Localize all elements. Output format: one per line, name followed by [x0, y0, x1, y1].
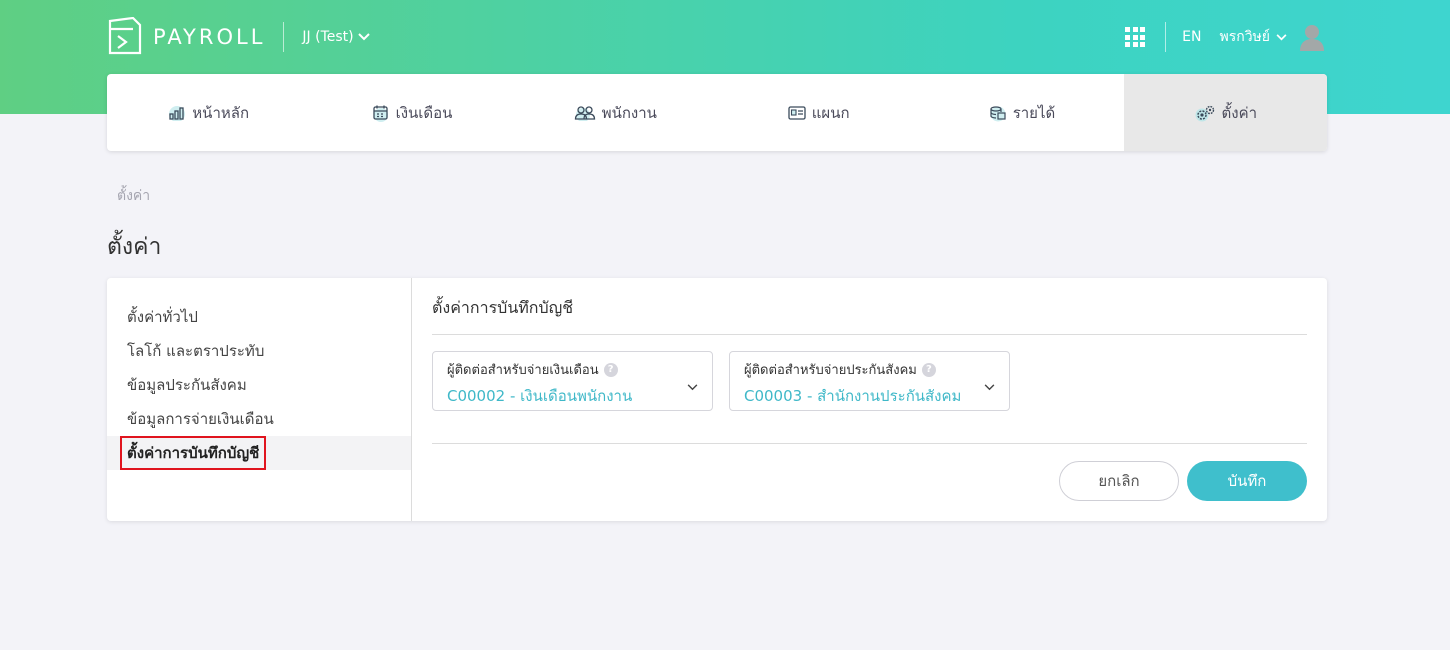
people-icon: [574, 105, 595, 121]
nav-label: พนักงาน: [601, 103, 657, 122]
user-menu[interactable]: พรกวิษย์: [1219, 22, 1327, 52]
sidebar-item-label: ข้อมูลการจ่ายเงินเดือน: [127, 410, 274, 428]
nav-item-settings[interactable]: ตั้งค่า: [1123, 74, 1327, 151]
sidebar-item-social-security[interactable]: ข้อมูลประกันสังคม: [107, 368, 411, 402]
money-icon: [990, 105, 1006, 121]
language-toggle[interactable]: EN: [1182, 29, 1201, 45]
user-name: พรกวิษย์: [1219, 29, 1270, 45]
nav-label: เงินเดือน: [395, 103, 453, 122]
sidebar-item-label: ตั้งค่าการบันทึกบัญชี: [120, 436, 267, 470]
company-selector[interactable]: JJ (Test): [302, 29, 370, 45]
company-name: JJ (Test): [302, 29, 354, 45]
header-divider-right: [1165, 22, 1167, 52]
bar-chart-icon: [169, 105, 186, 121]
sidebar-item-label: ตั้งค่าทั่วไป: [127, 308, 198, 326]
divider: [432, 443, 1307, 444]
id-card-icon: [788, 105, 806, 120]
sidebar-item-label: ข้อมูลประกันสังคม: [127, 376, 247, 394]
nav-label: รายได้: [1012, 103, 1056, 122]
settings-content: ตั้งค่าการบันทึกบัญชี ผู้ติดต่อสำหรับจ่า…: [412, 278, 1327, 521]
nav-item-department[interactable]: แผนก: [717, 74, 920, 151]
logo[interactable]: PAYROLL: [107, 17, 265, 57]
nav-label: ตั้งค่า: [1221, 103, 1258, 122]
help-icon[interactable]: ?: [921, 362, 936, 377]
main-nav: หน้าหลัก เงินเดือน พนักงาน แผนก รายได้ ต…: [107, 74, 1327, 151]
cancel-button[interactable]: ยกเลิก: [1059, 461, 1179, 501]
chevron-down-icon: [1276, 33, 1287, 40]
field-label: ผู้ติดต่อสำหรับจ่ายเงินเดือน: [447, 363, 599, 378]
sidebar-item-label: โลโก้ และตราประทับ: [127, 342, 265, 360]
nav-item-salary[interactable]: เงินเดือน: [310, 74, 513, 151]
nav-label: แผนก: [811, 103, 850, 122]
help-icon[interactable]: ?: [603, 362, 618, 377]
breadcrumb[interactable]: ตั้งค่า: [117, 185, 150, 207]
settings-card: ตั้งค่าทั่วไป โลโก้ และตราประทับ ข้อมูลป…: [107, 278, 1327, 521]
page-title: ตั้งค่า: [107, 234, 162, 260]
header-divider: [283, 22, 285, 52]
salary-contact-select[interactable]: ผู้ติดต่อสำหรับจ่ายเงินเดือน ? C00002 - …: [432, 351, 713, 411]
nav-item-employees[interactable]: พนักงาน: [514, 74, 717, 151]
chevron-down-icon: [984, 384, 995, 391]
sidebar-item-general[interactable]: ตั้งค่าทั่วไป: [107, 300, 411, 334]
social-security-contact-select[interactable]: ผู้ติดต่อสำหรับจ่ายประกันสังคม ? C00003 …: [729, 351, 1010, 411]
nav-item-home[interactable]: หน้าหลัก: [107, 74, 310, 151]
field-value: C00003 - สำนักงานประกันสังคม: [744, 387, 962, 405]
apps-grid-icon[interactable]: [1125, 27, 1146, 47]
calendar-icon: [372, 105, 388, 122]
nav-label: หน้าหลัก: [192, 103, 250, 122]
settings-sidebar: ตั้งค่าทั่วไป โลโก้ และตราประทับ ข้อมูลป…: [107, 278, 412, 521]
field-value: C00002 - เงินเดือนพนักงาน: [447, 387, 633, 405]
chevron-down-icon: [687, 384, 698, 391]
nav-item-income[interactable]: รายได้: [920, 74, 1123, 151]
save-button[interactable]: บันทึก: [1187, 461, 1307, 501]
avatar-icon: [1300, 25, 1324, 51]
payroll-logo-icon: [108, 17, 142, 55]
chevron-down-icon: [357, 33, 370, 41]
sidebar-item-accounting[interactable]: ตั้งค่าการบันทึกบัญชี: [107, 436, 411, 470]
gears-icon: [1195, 105, 1214, 121]
sidebar-item-logo-stamp[interactable]: โลโก้ และตราประทับ: [107, 334, 411, 368]
section-title: ตั้งค่าการบันทึกบัญชี: [432, 296, 1307, 335]
sidebar-item-payroll-info[interactable]: ข้อมูลการจ่ายเงินเดือน: [107, 402, 411, 436]
app-header: PAYROLL JJ (Test) EN พรกวิษย์: [107, 0, 1327, 74]
field-label: ผู้ติดต่อสำหรับจ่ายประกันสังคม: [744, 363, 917, 378]
logo-text: PAYROLL: [153, 25, 266, 49]
